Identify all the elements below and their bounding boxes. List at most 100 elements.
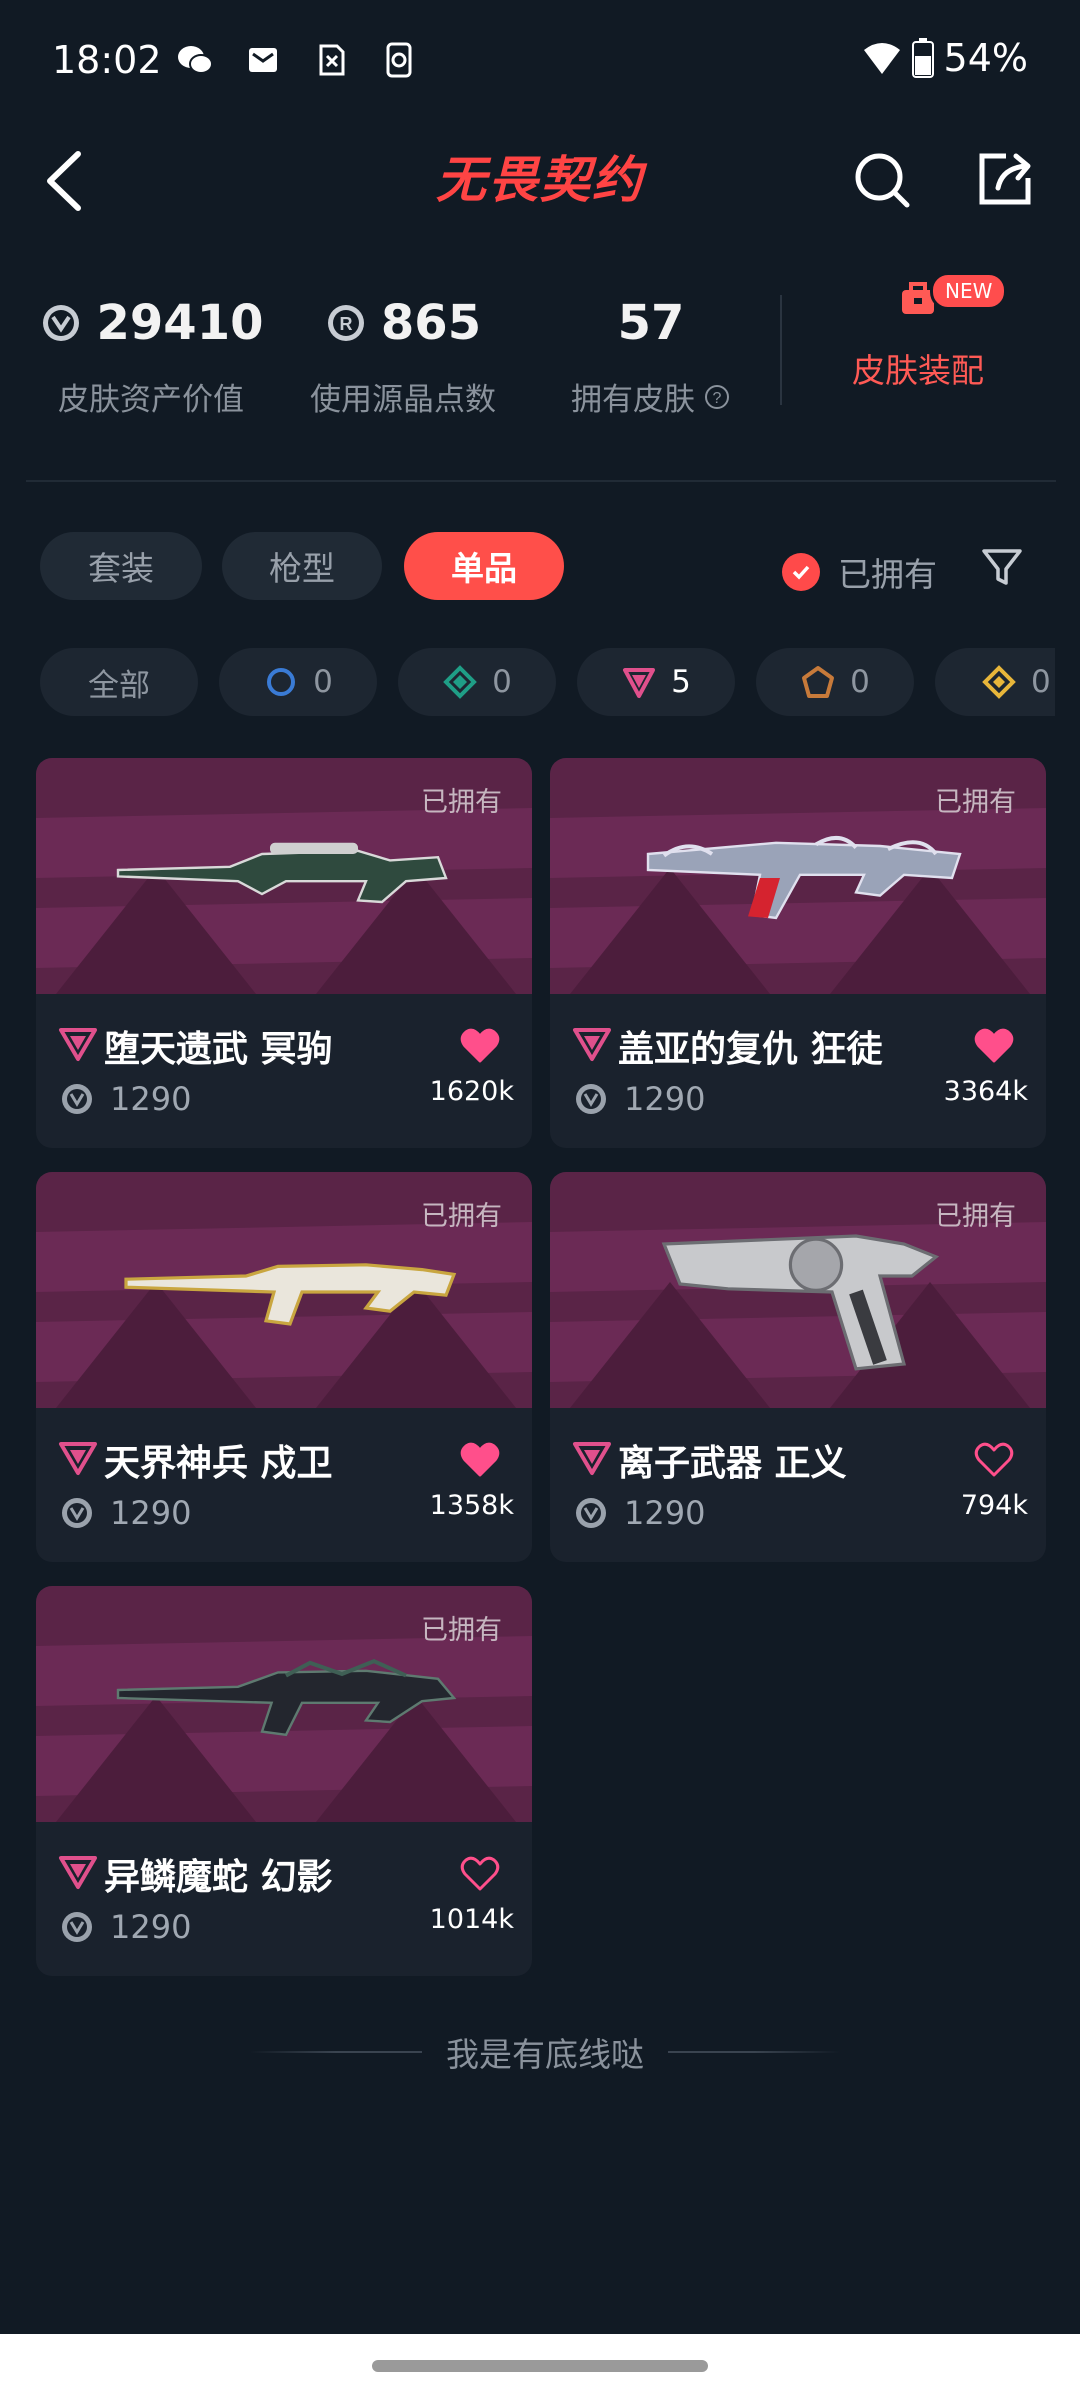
rarity-chip-select-count: 0 [313,664,333,700]
vp-coin-icon [576,1498,606,1528]
stat-radianite-label: 使用源晶点数 [310,382,496,418]
rarity-chip-ultra-count: 0 [1031,664,1051,700]
owned-tag: 已拥有 [935,1201,1016,1232]
skin-price-value: 1290 [110,1080,192,1118]
vp-coin-icon [62,1498,92,1528]
owned-filter-label: 已拥有 [838,555,937,594]
skin-price: 1290 [574,1080,705,1118]
premium-tier-icon [59,1442,97,1475]
like-heart-icon[interactable] [460,1028,500,1064]
premium-tier-icon [573,1028,611,1061]
like-count: 1358k [429,1490,514,1521]
skin-price: 1290 [60,1494,191,1532]
skin-price: 1290 [60,1080,191,1118]
share-icon[interactable] [976,150,1034,208]
mail-icon [249,48,277,72]
status-right: 54% [862,36,1028,80]
like-count: 1014k [429,1904,514,1935]
skin-name: 天界神兵 戍卫 [104,1443,333,1484]
checkmark-icon [782,553,820,591]
premium-tier-icon [59,1028,97,1061]
rarity-chip-all[interactable]: 全部 [40,648,198,716]
skin-outfit-label: 皮肤装配 [852,351,984,390]
owned-tag: 已拥有 [421,787,502,818]
tab-bundle[interactable]: 套装 [40,532,202,600]
stat-radianite-number: 865 [380,295,482,351]
skin-card[interactable]: 已拥有 堕天遗武 冥驹 1290 1620k [36,758,532,1148]
tab-weapon-type[interactable]: 枪型 [222,532,382,600]
skin-card[interactable]: 已拥有 离子武器 正义 1290 794k [550,1172,1046,1562]
owned-filter-toggle[interactable]: 已拥有 [782,548,937,596]
vp-coin-icon [576,1084,606,1114]
vp-coin-icon [42,305,79,341]
end-line-left [250,2051,422,2053]
skin-card[interactable]: 已拥有 天界神兵 戍卫 1290 1358k [36,1172,532,1562]
like-count: 794k [960,1490,1028,1521]
owned-tag: 已拥有 [421,1615,502,1646]
like-count: 3364k [943,1076,1028,1107]
search-icon[interactable] [852,150,912,210]
new-badge: NEW [930,272,1008,310]
skin-price-value: 1290 [110,1494,192,1532]
vp-coin-icon [62,1084,92,1114]
premium-tier-icon [623,668,656,698]
owned-tag: 已拥有 [421,1201,502,1232]
like-count: 1620k [429,1076,514,1107]
premium-tier-icon [573,1442,611,1475]
wechat-icon [178,46,213,74]
skin-name: 堕天遗武 冥驹 [104,1029,333,1070]
skin-image: 已拥有 [36,1586,532,1822]
rarity-chip-premium[interactable]: 5 [577,648,735,716]
rarity-chip-select[interactable]: 0 [219,648,377,716]
home-gesture-bar[interactable] [372,2360,708,2372]
skin-image: 已拥有 [550,1172,1046,1408]
weapon-skin-render [116,1659,457,1737]
end-of-list: 我是有底线哒 [250,2028,840,2076]
status-notification-icons [175,40,419,80]
like-heart-icon[interactable] [974,1442,1014,1478]
rarity-chip-ultra[interactable]: 0 [935,648,1055,716]
deluxe-tier-icon [443,665,477,699]
skin-card[interactable]: 已拥有 异鳞魔蛇 幻影 1290 1014k [36,1586,532,1976]
weapon-skin-render [116,842,448,904]
rarity-chip-exclusive-count: 0 [850,664,870,700]
skin-name: 异鳞魔蛇 幻影 [104,1857,333,1898]
stat-owned-skins-number: 57 [617,295,685,351]
skin-card[interactable]: 已拥有 盖亚的复仇 狂徒 1290 3364k [550,758,1046,1148]
back-arrow-icon[interactable] [44,150,84,212]
svg-text:?: ? [713,390,722,407]
like-heart-icon[interactable] [460,1442,500,1478]
stat-owned-skins-label: 拥有皮肤 [571,382,695,418]
premium-tier-icon [59,1856,97,1889]
stats-divider [780,295,782,405]
like-heart-icon[interactable] [460,1856,500,1892]
app-logo: 无畏契约 [436,151,644,209]
like-heart-icon[interactable] [974,1028,1014,1064]
rarity-chip-all-label: 全部 [88,667,150,704]
skin-image: 已拥有 [36,1172,532,1408]
stat-asset-value-label: 皮肤资产价值 [58,382,244,418]
end-of-list-text: 我是有底线哒 [446,2035,644,2074]
rarity-chip-deluxe-count: 0 [492,664,512,700]
stat-asset-value-number: 29410 [96,295,264,351]
exclusive-tier-icon [802,666,835,698]
weapon-skin-render [646,836,962,920]
select-tier-icon [267,668,296,696]
rarity-chip-deluxe[interactable]: 0 [398,648,556,716]
ultra-tier-icon [982,665,1016,699]
svg-text:R: R [339,314,352,334]
tab-single-item[interactable]: 单品 [404,532,564,600]
sim-icon [319,44,345,76]
rarity-chip-exclusive[interactable]: 0 [756,648,914,716]
skin-price: 1290 [60,1908,191,1946]
radianite-icon: R [327,305,364,341]
rarity-chip-premium-count: 5 [671,664,691,700]
skin-image: 已拥有 [36,758,532,994]
skin-price-value: 1290 [110,1908,192,1946]
stat-asset-value: 29410 皮肤资产价值 [36,290,266,419]
owned-tag: 已拥有 [935,787,1016,818]
battery-icon [911,38,934,78]
help-icon[interactable]: ? [703,383,731,411]
filter-icon[interactable] [980,545,1024,589]
skin-image: 已拥有 [550,758,1046,994]
